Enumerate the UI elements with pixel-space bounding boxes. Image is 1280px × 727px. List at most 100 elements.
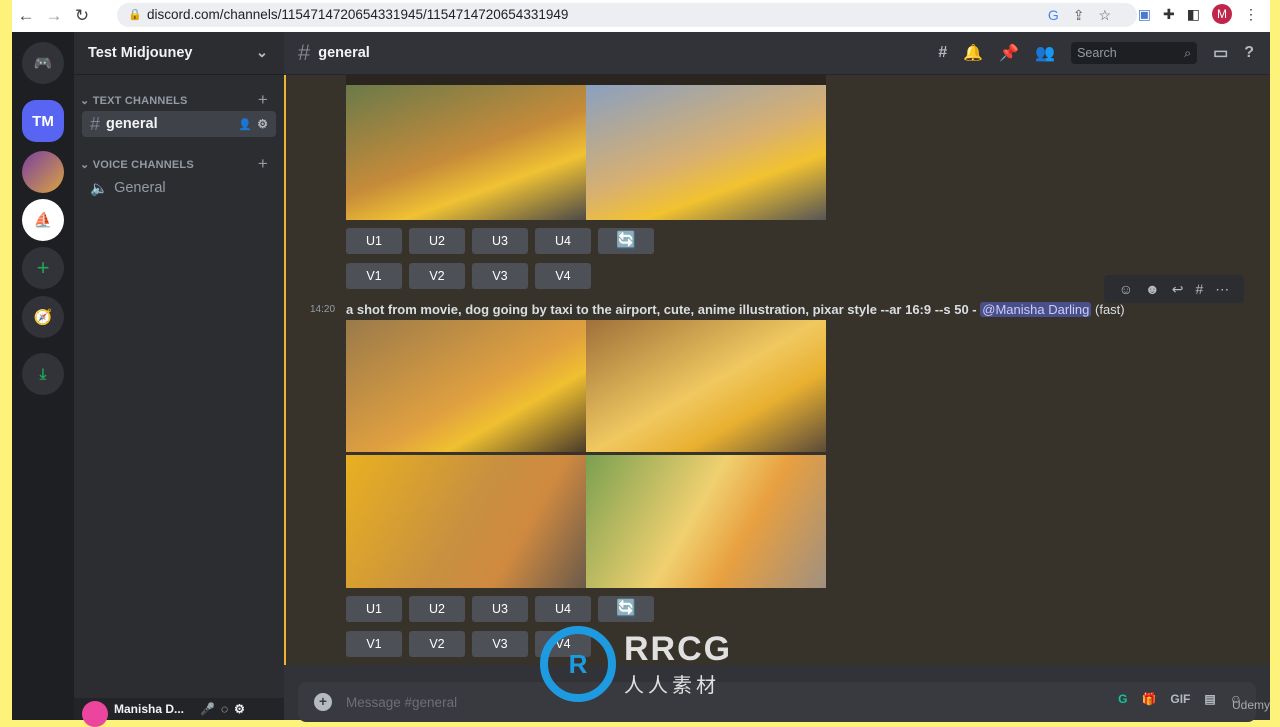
avatar[interactable] xyxy=(82,701,108,727)
username[interactable]: Manisha D... xyxy=(114,702,184,716)
upscale-variation-button[interactable]: U3 xyxy=(472,228,528,254)
grammarly-icon[interactable]: G xyxy=(1118,692,1127,706)
add-server-icon[interactable]: + xyxy=(22,247,64,289)
upscale-variation-button[interactable]: V4 xyxy=(535,263,591,289)
reroll-icon[interactable]: 🔄 xyxy=(598,596,654,622)
gift-icon[interactable]: 🎁 xyxy=(1141,692,1156,706)
upscale-variation-button[interactable]: U1 xyxy=(346,228,402,254)
gif-button[interactable]: GIF xyxy=(1170,692,1190,706)
generated-image[interactable] xyxy=(586,455,826,588)
bookmark-star-icon[interactable]: ☆ xyxy=(1098,7,1125,23)
address-bar[interactable]: 🔒 discord.com/channels/11547147206543319… xyxy=(117,3,1137,27)
generated-image[interactable] xyxy=(586,85,826,220)
watermark-subtitle: 人人素材 xyxy=(624,675,720,697)
user-mention[interactable]: @Manisha Darling xyxy=(980,302,1092,317)
chevron-down-icon[interactable]: ⌄ xyxy=(256,45,268,61)
pin-icon[interactable]: 📌 xyxy=(999,43,1019,63)
generated-image[interactable] xyxy=(346,320,586,452)
upscale-variation-button[interactable]: U1 xyxy=(346,596,402,622)
threads-icon[interactable]: # xyxy=(938,44,947,62)
generated-image[interactable] xyxy=(346,85,586,220)
back-icon[interactable]: ← xyxy=(12,6,40,26)
upscale-variation-button[interactable]: U2 xyxy=(409,228,465,254)
reroll-icon[interactable]: 🔄 xyxy=(598,228,654,254)
watermark: R RRCG 人人素材 xyxy=(540,626,732,702)
help-icon[interactable]: ? xyxy=(1244,44,1254,62)
members-icon[interactable]: 👥 xyxy=(1035,43,1055,63)
discord-home-icon[interactable]: 🎮 xyxy=(22,42,64,84)
mute-icon[interactable]: 🎤 xyxy=(200,702,215,716)
category-text-channels[interactable]: ⌄ TEXT CHANNELS + xyxy=(80,90,276,109)
share-icon[interactable]: ⇪ xyxy=(1073,7,1099,23)
prompt-text: a shot from movie, dog going by taxi to … xyxy=(346,302,977,317)
upscale-variation-button[interactable]: V2 xyxy=(409,631,465,657)
message-toolbar: ☺ ☻ ↩ # ⋯ xyxy=(1104,275,1244,303)
category-label: TEXT CHANNELS xyxy=(92,95,188,107)
bell-icon[interactable]: 🔔 xyxy=(963,43,983,63)
upscale-variation-button[interactable]: U4 xyxy=(535,228,591,254)
server-avatar-1[interactable] xyxy=(22,151,64,193)
google-icon[interactable]: G xyxy=(1048,7,1073,23)
upscale-variation-button[interactable]: U4 xyxy=(535,596,591,622)
server-rail: 🎮 TM ⛵ + 🧭 ⤓ xyxy=(12,32,74,720)
channel-label: general xyxy=(106,116,158,132)
forward-icon[interactable]: → xyxy=(40,6,68,26)
channel-label: General xyxy=(114,180,166,196)
invite-icon[interactable]: 👤 xyxy=(238,118,252,131)
upscale-variation-button[interactable]: V3 xyxy=(472,631,528,657)
channel-general[interactable]: # general 👤 ⚙ xyxy=(82,111,276,137)
inbox-icon[interactable]: ▭ xyxy=(1213,43,1228,63)
upscale-variation-button[interactable]: U2 xyxy=(409,596,465,622)
server-avatar-2[interactable]: ⛵ xyxy=(22,199,64,241)
menu-icon[interactable]: ⋮ xyxy=(1244,6,1258,23)
extension-icon[interactable]: ▣ xyxy=(1138,6,1151,23)
voice-channel-general[interactable]: 🔈 General xyxy=(82,175,276,201)
user-panel: Manisha D... 🎤 ◌ ⚙ xyxy=(74,698,284,727)
category-voice-channels[interactable]: ⌄ VOICE CHANNELS + xyxy=(80,154,276,173)
watermark-logo: R xyxy=(540,626,616,702)
speed-label: (fast) xyxy=(1095,302,1125,317)
attach-plus-icon[interactable]: + xyxy=(314,693,332,711)
reply-icon[interactable]: ↩ xyxy=(1172,281,1184,298)
watermark-title: RRCG xyxy=(624,630,733,668)
puzzle-icon[interactable]: ✚ xyxy=(1163,6,1175,23)
upscale-variation-button[interactable]: V1 xyxy=(346,631,402,657)
search-icon: ⌕ xyxy=(1184,46,1192,60)
upscale-variation-button[interactable]: V3 xyxy=(472,263,528,289)
generated-image[interactable] xyxy=(346,455,586,588)
more-icon[interactable]: ⋯ xyxy=(1215,281,1229,298)
super-reaction-icon[interactable]: ☻ xyxy=(1145,281,1160,297)
message-composer[interactable]: + Message #general G 🎁 GIF ▤ ☺ xyxy=(298,682,1256,722)
server-name[interactable]: Test Midjouney ⌄ xyxy=(74,32,284,75)
channel-title: general xyxy=(318,45,370,61)
gear-icon[interactable]: ⚙ xyxy=(257,117,268,131)
message-content: a shot from movie, dog going by taxi to … xyxy=(346,302,1125,317)
category-label: VOICE CHANNELS xyxy=(92,159,194,171)
sidepanel-icon[interactable]: ◧ xyxy=(1187,6,1200,23)
upscale-variation-button[interactable]: U3 xyxy=(472,596,528,622)
message-input[interactable]: Message #general xyxy=(346,695,457,710)
add-reaction-icon[interactable]: ☺ xyxy=(1119,281,1133,297)
add-channel-icon[interactable]: + xyxy=(258,90,268,110)
search-input[interactable]: Search ⌕ xyxy=(1071,42,1198,64)
reload-icon[interactable]: ↻ xyxy=(68,6,96,26)
upscale-variation-button[interactable]: V2 xyxy=(409,263,465,289)
headset-icon[interactable]: ◌ xyxy=(221,702,228,716)
profile-avatar[interactable]: M xyxy=(1212,4,1232,24)
message-list: U1 U2 U3 U4 V1 V2 V3 V4 🔄 14:20 a shot from movi… xyxy=(284,75,1270,665)
lock-icon: 🔒 xyxy=(128,9,142,21)
channel-header: # general # 🔔 📌 👥 Search ⌕ ▭ ? xyxy=(284,32,1270,75)
image-grid-top-edge[interactable] xyxy=(346,75,826,85)
udemy-watermark: Udemy xyxy=(1231,698,1270,712)
timestamp: 14:20 xyxy=(310,304,336,315)
chat-main: # general # 🔔 📌 👥 Search ⌕ ▭ ? U1 U2 U3 U4 V1 V… xyxy=(284,32,1270,722)
thread-icon[interactable]: # xyxy=(1195,281,1203,297)
settings-icon[interactable]: ⚙ xyxy=(234,702,245,716)
explore-icon[interactable]: 🧭 xyxy=(22,296,64,338)
download-icon[interactable]: ⤓ xyxy=(22,353,64,395)
server-test-midjourney[interactable]: TM xyxy=(22,100,64,142)
generated-image[interactable] xyxy=(586,320,826,452)
sticker-icon[interactable]: ▤ xyxy=(1204,692,1215,706)
add-channel-icon[interactable]: + xyxy=(258,154,268,174)
upscale-variation-button[interactable]: V1 xyxy=(346,263,402,289)
